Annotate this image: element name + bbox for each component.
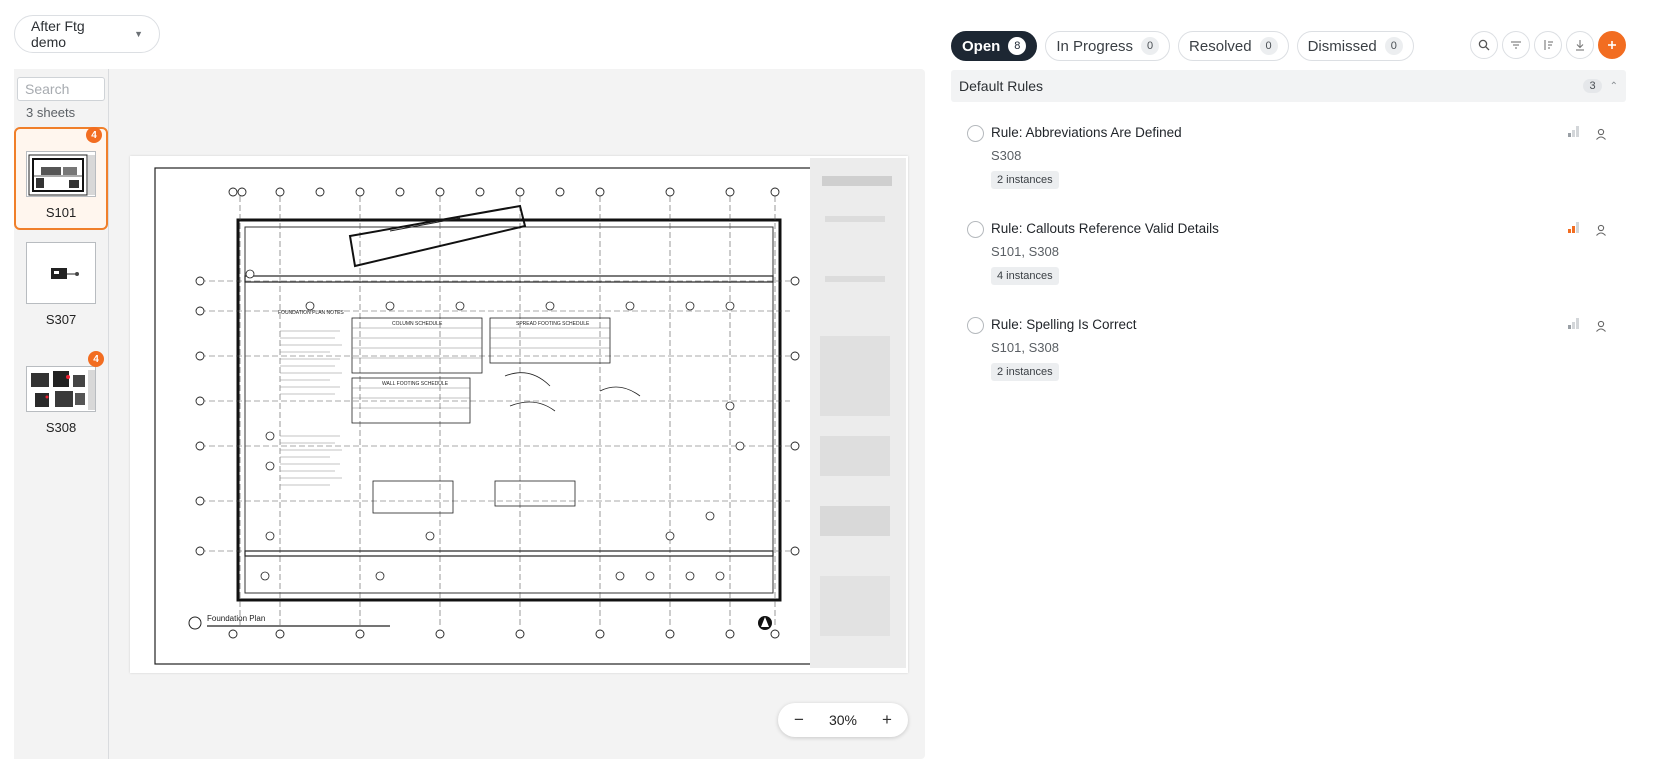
tab-in-progress[interactable]: In Progress 0 — [1045, 31, 1171, 61]
rule-select-radio[interactable] — [967, 317, 984, 334]
instances-badge: 2 instances — [991, 171, 1059, 189]
spread-footing-schedule-title: SPREAD FOOTING SCHEDULE — [516, 321, 590, 327]
group-count: 3 — [1583, 79, 1602, 93]
wall-footing-schedule-title: WALL FOOTING SCHEDULE — [382, 381, 449, 387]
tab-open[interactable]: Open 8 — [951, 31, 1038, 61]
severity-medium-icon — [1566, 220, 1580, 239]
rule-title: Rule: Abbreviations Are Defined — [991, 125, 1182, 140]
tab-count: 8 — [1008, 37, 1027, 55]
tab-count: 0 — [1384, 37, 1403, 55]
tab-dismissed[interactable]: Dismissed 0 — [1296, 31, 1414, 61]
issue-count-badge: 4 — [86, 127, 102, 143]
sheet-count: 3 sheets — [26, 105, 76, 120]
sort-icon[interactable] — [1534, 31, 1562, 59]
rule-sheets: S308 — [991, 148, 1022, 163]
rule-select-radio[interactable] — [967, 221, 984, 238]
tab-label: In Progress — [1056, 37, 1134, 55]
sheet-label: S308 — [45, 420, 77, 435]
column-schedule-title: COLUMN SCHEDULE — [392, 321, 443, 327]
sheet-label: S101 — [45, 205, 77, 220]
sheet-thumbnail-s101[interactable]: 4 S101 — [14, 127, 108, 230]
chevron-up-icon: ⌃ — [1609, 80, 1618, 92]
sheet-search-input[interactable] — [17, 77, 105, 101]
sheet-preview-image — [26, 242, 96, 304]
rule-title: Rule: Callouts Reference Valid Details — [991, 221, 1219, 236]
notes-heading: FOUNDATION PLAN NOTES — [278, 310, 344, 316]
severity-low-icon — [1566, 124, 1580, 143]
assign-user-icon[interactable] — [1594, 223, 1608, 242]
foundation-plan-drawing[interactable]: Foundation Plan FOUNDATION PLAN NOTES CO… — [130, 156, 908, 673]
tab-label: Resolved — [1189, 37, 1252, 55]
status-tabs: Open 8 In Progress 0 Resolved 0 Dismisse… — [951, 31, 1414, 61]
rule-item[interactable]: Rule: Callouts Reference Valid Details S… — [951, 214, 1626, 304]
filter-icon[interactable] — [1502, 31, 1530, 59]
project-selector[interactable]: After Ftg demo ▼ — [14, 15, 160, 53]
rule-item[interactable]: Rule: Abbreviations Are Defined S308 2 i… — [951, 118, 1626, 208]
zoom-control: − 30% + — [778, 703, 908, 737]
tab-label: Dismissed — [1307, 37, 1377, 55]
assign-user-icon[interactable] — [1594, 127, 1608, 146]
sheet-label: S307 — [45, 312, 77, 327]
add-icon[interactable] — [1598, 31, 1626, 59]
toolbar — [1470, 31, 1626, 59]
rule-select-radio[interactable] — [967, 125, 984, 142]
tab-count: 0 — [1259, 37, 1278, 55]
chevron-down-icon: ▼ — [134, 29, 143, 39]
group-title: Default Rules — [959, 78, 1044, 94]
sheet-thumbnail-s307[interactable]: S307 — [14, 242, 108, 332]
project-name: After Ftg demo — [31, 18, 85, 50]
issue-count-badge: 4 — [88, 351, 104, 367]
sheet-preview-image — [26, 151, 96, 197]
search-icon[interactable] — [1470, 31, 1498, 59]
sheet-thumbnail-s308[interactable]: 4 S308 — [14, 351, 108, 438]
rule-sheets: S101, S308 — [991, 340, 1059, 355]
download-icon[interactable] — [1566, 31, 1594, 59]
zoom-in-button[interactable]: + — [876, 709, 898, 731]
rule-item[interactable]: Rule: Spelling Is Correct S101, S308 2 i… — [951, 310, 1626, 400]
assign-user-icon[interactable] — [1594, 319, 1608, 338]
tab-count: 0 — [1141, 37, 1160, 55]
rule-sheets: S101, S308 — [991, 244, 1059, 259]
instances-badge: 2 instances — [991, 363, 1059, 381]
sheet-preview-image — [26, 366, 96, 412]
severity-low-icon — [1566, 316, 1580, 335]
rule-group-header[interactable]: Default Rules 3 ⌃ — [951, 70, 1626, 102]
tab-label: Open — [962, 37, 1001, 55]
rule-title: Rule: Spelling Is Correct — [991, 317, 1137, 332]
tab-resolved[interactable]: Resolved 0 — [1178, 31, 1289, 61]
drawing-title: Foundation Plan — [207, 614, 266, 623]
zoom-level: 30% — [828, 712, 858, 728]
instances-badge: 4 instances — [991, 267, 1059, 285]
zoom-out-button[interactable]: − — [788, 709, 810, 731]
